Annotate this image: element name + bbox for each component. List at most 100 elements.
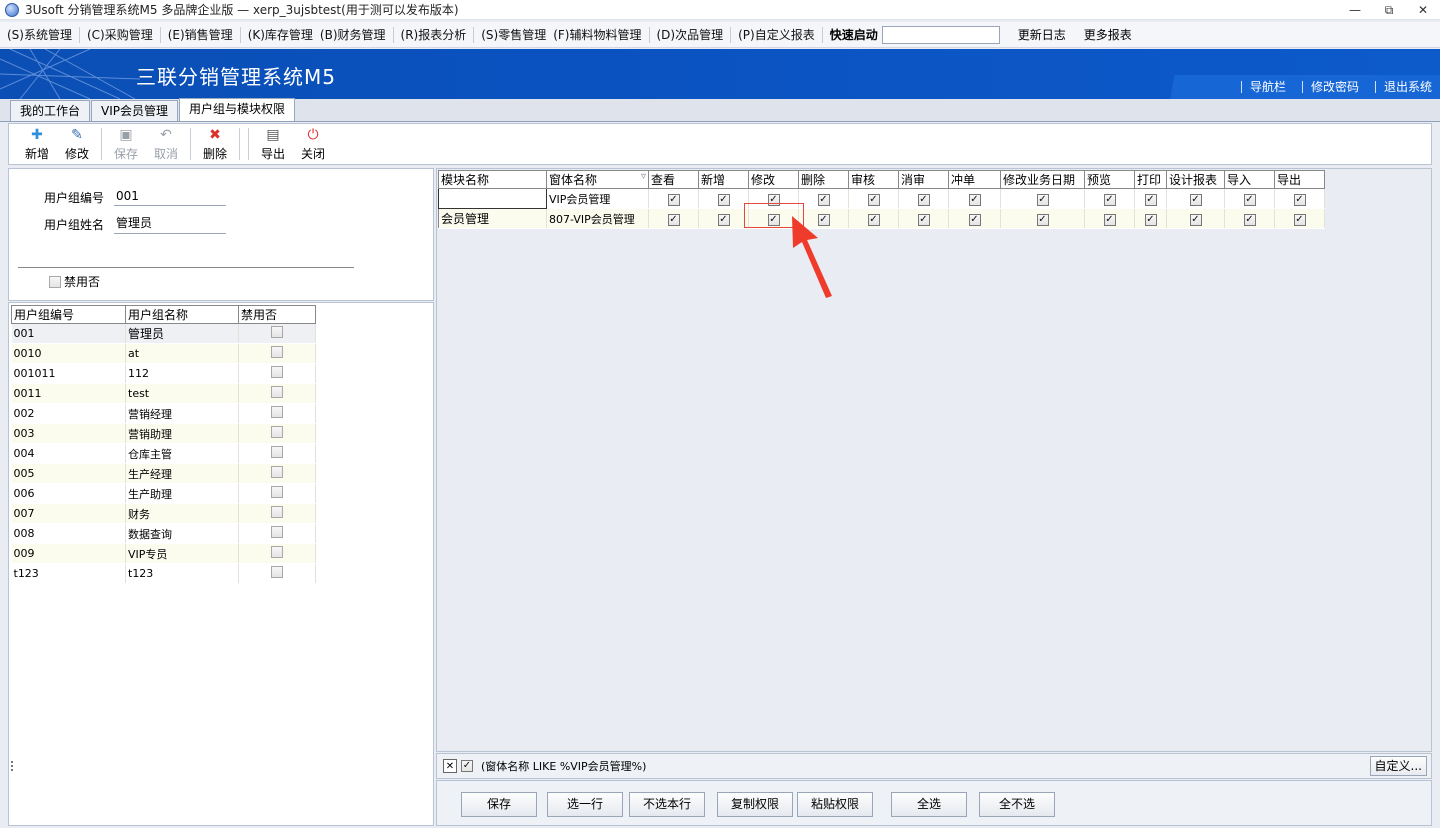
permission-checkbox[interactable]: ✓	[1293, 213, 1306, 226]
select-none-button[interactable]: 全不选	[979, 792, 1055, 817]
paste-permissions-button[interactable]: 粘贴权限	[797, 792, 873, 817]
sort-filter-icon[interactable]: ▿	[641, 171, 646, 182]
column-header-view[interactable]: 查看	[648, 170, 699, 189]
column-header-print[interactable]: 打印	[1134, 170, 1167, 189]
permission-checkbox[interactable]: ✓	[1036, 193, 1049, 206]
permission-checkbox[interactable]: ✓	[667, 213, 680, 226]
minimize-icon[interactable]: —	[1338, 0, 1372, 20]
column-header-import[interactable]: 导入	[1224, 170, 1275, 189]
column-header-group-name[interactable]: 用户组名称	[125, 305, 239, 324]
permission-checkbox[interactable]: ✓	[917, 213, 930, 226]
menu-item-defects[interactable]: (D)次品管理	[650, 22, 724, 48]
menu-item-finance[interactable]: (B)财务管理	[313, 22, 386, 48]
tab-user-groups[interactable]: 用户组与模块权限	[179, 98, 296, 121]
disabled-checkbox[interactable]	[271, 366, 283, 378]
customize-filter-button[interactable]: 自定义...	[1369, 756, 1427, 776]
toolbar-button-undo[interactable]: ↶ 取消	[146, 124, 186, 164]
menu-item-reports[interactable]: (R)报表分析	[394, 22, 467, 48]
menu-item-inventory[interactable]: (K)库存管理	[241, 22, 313, 48]
disabled-checkbox[interactable]	[271, 526, 283, 538]
table-row[interactable]: 001 管理员	[11, 323, 316, 344]
disabled-checkbox[interactable]	[271, 546, 283, 558]
permission-checkbox[interactable]: ✓	[1293, 193, 1306, 206]
tab-workbench[interactable]: 我的工作台	[10, 100, 91, 121]
table-row[interactable]: t123 t123	[11, 563, 316, 584]
toolbar-button-edit[interactable]: ✎ 修改	[57, 124, 97, 164]
table-row[interactable]: 003 营销助理	[11, 423, 316, 444]
menu-item-materials[interactable]: (F)辅料物料管理	[546, 22, 641, 48]
permission-checkbox[interactable]: ✓	[1243, 213, 1256, 226]
disabled-checkbox[interactable]	[271, 406, 283, 418]
disabled-checkbox[interactable]	[271, 426, 283, 438]
column-header-delete[interactable]: 删除	[798, 170, 849, 189]
permission-checkbox[interactable]: ✓	[968, 213, 981, 226]
column-header-export[interactable]: 导出	[1274, 170, 1325, 189]
save-permissions-button[interactable]: 保存	[461, 792, 537, 817]
table-row[interactable]: VIP会员管理 ✓ ✓ ✓ ✓ ✓ ✓ ✓ ✓ ✓ ✓ ✓ ✓ ✓	[438, 188, 1325, 209]
disabled-checkbox[interactable]	[271, 446, 283, 458]
nav-link-change-password[interactable]: 修改密码	[1301, 81, 1367, 93]
column-header-disabled[interactable]: 禁用否	[238, 305, 316, 324]
permission-checkbox[interactable]: ✓	[717, 213, 730, 226]
permission-checkbox[interactable]: ✓	[867, 213, 880, 226]
column-header-edit-biz-date[interactable]: 修改业务日期	[1000, 170, 1085, 189]
column-header-add[interactable]: 新增	[698, 170, 749, 189]
table-row[interactable]: 0011 test	[11, 383, 316, 404]
table-row[interactable]: 002 营销经理	[11, 403, 316, 424]
menu-item-sales[interactable]: (E)销售管理	[161, 22, 233, 48]
nav-link-logout[interactable]: 退出系统	[1374, 81, 1440, 93]
disabled-checkbox[interactable]	[271, 566, 283, 578]
disabled-checkbox[interactable]	[271, 346, 283, 358]
permission-checkbox[interactable]: ✓	[1243, 193, 1256, 206]
permission-checkbox[interactable]: ✓	[1144, 193, 1157, 206]
column-header-module-name[interactable]: 模块名称	[438, 170, 547, 189]
tab-vip-members[interactable]: VIP会员管理	[91, 100, 179, 121]
toolbar-button-power[interactable]: ⏻ 关闭	[293, 124, 333, 164]
menu-item-custom-reports[interactable]: (P)自定义报表	[731, 22, 815, 48]
disabled-checkbox[interactable]	[271, 386, 283, 398]
permission-checkbox[interactable]: ✓	[817, 193, 830, 206]
table-row[interactable]: 0010 at	[11, 343, 316, 364]
menu-item-purchase[interactable]: (C)采购管理	[80, 22, 153, 48]
permission-checkbox[interactable]: ✓	[917, 193, 930, 206]
table-row[interactable]: 006 生产助理	[11, 483, 316, 504]
close-icon[interactable]: ✕	[1406, 0, 1440, 20]
select-all-button[interactable]: 全选	[891, 792, 967, 817]
deselect-row-button[interactable]: 不选本行	[629, 792, 705, 817]
filter-enabled-checkbox[interactable]: ✓	[461, 760, 473, 772]
column-header-edit[interactable]: 修改	[748, 170, 799, 189]
permission-checkbox[interactable]: ✓	[1036, 213, 1049, 226]
column-header-group-code[interactable]: 用户组编号	[11, 305, 126, 324]
table-row[interactable]: 008 数据查询	[11, 523, 316, 544]
splitter-handle[interactable]	[11, 761, 14, 777]
more-reports-link[interactable]: 更多报表	[1084, 26, 1132, 43]
table-row[interactable]: 007 财务	[11, 503, 316, 524]
copy-permissions-button[interactable]: 复制权限	[717, 792, 793, 817]
table-row[interactable]: 001011 112	[11, 363, 316, 384]
group-name-field[interactable]: 管理员	[114, 214, 226, 234]
permission-checkbox[interactable]: ✓	[717, 193, 730, 206]
group-code-field[interactable]: 001	[114, 189, 226, 206]
toolbar-button-save[interactable]: ▣ 保存	[106, 124, 146, 164]
column-header-unaudit[interactable]: 消审	[898, 170, 949, 189]
toolbar-button-plus[interactable]: ✚ 新增	[17, 124, 57, 164]
menu-item-retail[interactable]: (S)零售管理	[474, 22, 546, 48]
table-row[interactable]: 005 生产经理	[11, 463, 316, 484]
nav-link-navigation[interactable]: 导航栏	[1240, 81, 1294, 93]
column-header-preview[interactable]: 预览	[1084, 170, 1135, 189]
toolbar-button-export[interactable]: ▤ 导出	[253, 124, 293, 164]
permission-checkbox[interactable]: ✓	[1144, 213, 1157, 226]
permission-checkbox[interactable]: ✓	[1189, 213, 1202, 226]
permission-checkbox[interactable]: ✓	[1189, 193, 1202, 206]
table-row[interactable]: 会员管理 807-VIP会员管理 ✓ ✓ ✓ ✓ ✓ ✓ ✓ ✓ ✓ ✓ ✓ ✓ ✓	[438, 208, 1325, 229]
restore-icon[interactable]: ⧉	[1372, 0, 1406, 20]
column-header-design-report[interactable]: 设计报表	[1166, 170, 1225, 189]
permission-checkbox[interactable]: ✓	[1103, 213, 1116, 226]
permission-checkbox[interactable]: ✓	[1103, 193, 1116, 206]
disabled-checkbox[interactable]	[271, 506, 283, 518]
disable-checkbox[interactable]	[49, 275, 61, 288]
changelog-link[interactable]: 更新日志	[1018, 26, 1066, 43]
menu-item-system[interactable]: (S)系统管理	[0, 22, 72, 48]
permission-checkbox[interactable]: ✓	[867, 193, 880, 206]
column-header-audit[interactable]: 审核	[848, 170, 899, 189]
